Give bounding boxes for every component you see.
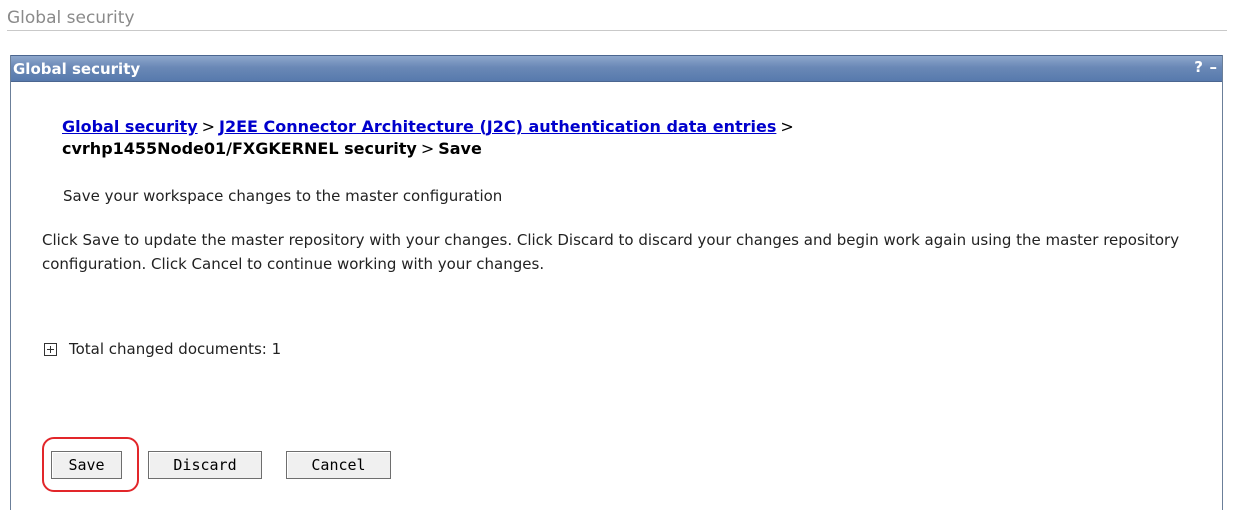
save-button[interactable]: Save [51, 451, 122, 479]
instructions-text: Click Save to update the master reposito… [42, 231, 1180, 273]
breadcrumb-item-node-security: cvrhp1455Node01/FXGKERNEL security [62, 139, 417, 158]
page-header-title: Global security [7, 8, 135, 28]
breadcrumb-link-j2c-entries[interactable]: J2EE Connector Architecture (J2C) authen… [219, 117, 776, 136]
breadcrumb-separator: > [780, 117, 794, 136]
discard-button[interactable]: Discard [148, 451, 262, 479]
portlet-titlebar: Global security ? – [11, 55, 1222, 82]
expand-plus-icon[interactable] [44, 342, 57, 356]
changed-documents-row: Total changed documents: 1 [44, 340, 281, 358]
cancel-button[interactable]: Cancel [286, 451, 391, 479]
changed-documents-label: Total changed documents: 1 [69, 340, 282, 358]
breadcrumb: Global security > J2EE Connector Architect… [62, 116, 798, 160]
breadcrumb-current: Save [438, 139, 482, 158]
help-icon[interactable]: ? [1194, 58, 1203, 76]
breadcrumb-separator: > [201, 117, 216, 136]
portlet-title: Global security [13, 60, 141, 78]
breadcrumb-separator: > [420, 139, 435, 158]
page-header: Global security [7, 2, 1227, 31]
breadcrumb-link-global-security[interactable]: Global security [62, 117, 198, 136]
minimize-icon[interactable]: – [1210, 58, 1218, 76]
page-subtitle: Save your workspace changes to the maste… [63, 187, 503, 205]
